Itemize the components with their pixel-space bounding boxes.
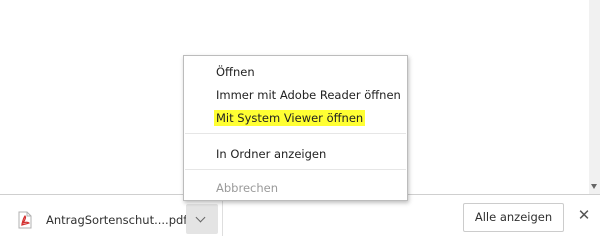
menu-item-always-open-adobe-reader[interactable]: Immer mit Adobe Reader öffnen — [216, 88, 401, 102]
chevron-down-icon — [195, 212, 206, 223]
scroll-down-arrow-icon[interactable] — [591, 184, 597, 189]
pdf-icon — [18, 211, 32, 229]
download-menu-button[interactable] — [186, 204, 218, 234]
vertical-scrollbar[interactable] — [589, 0, 600, 194]
menu-item-open-system-viewer[interactable]: Mit System Viewer öffnen — [214, 110, 366, 126]
menu-separator — [185, 169, 406, 170]
close-icon: ✕ — [577, 206, 591, 224]
download-context-menu: Öffnen Immer mit Adobe Reader öffnen Mit… — [183, 55, 408, 201]
show-all-downloads-button[interactable]: Alle anzeigen — [463, 203, 564, 232]
menu-item-open[interactable]: Öffnen — [216, 65, 255, 79]
menu-item-cancel: Abbrechen — [216, 181, 278, 195]
menu-separator — [185, 133, 406, 134]
download-item[interactable]: AntragSortenschut....pdf — [10, 205, 188, 235]
download-file-name: AntragSortenschut....pdf — [46, 213, 188, 227]
shelf-divider — [222, 200, 223, 236]
menu-item-show-in-folder[interactable]: In Ordner anzeigen — [216, 147, 326, 161]
close-shelf-button[interactable]: ✕ — [577, 206, 591, 224]
